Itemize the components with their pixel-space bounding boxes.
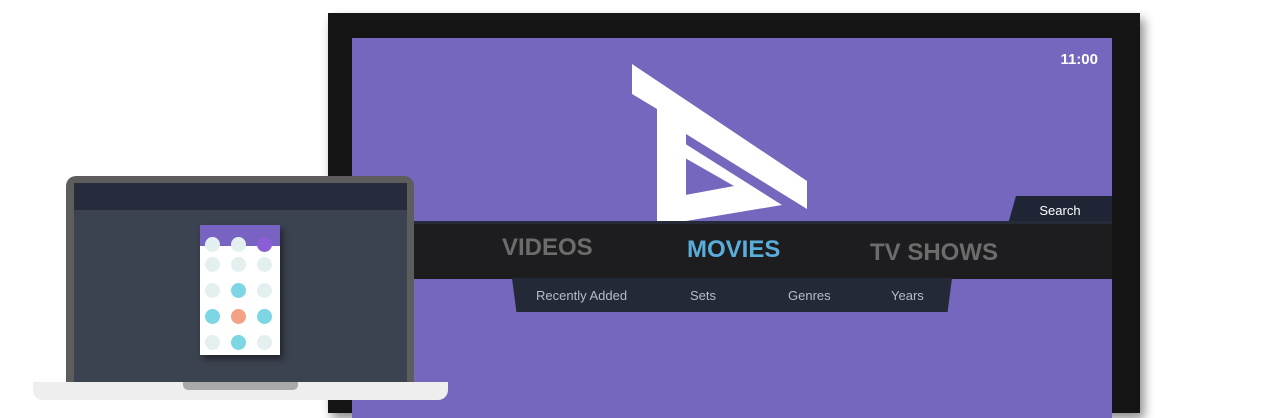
phone-grid-dot[interactable] — [231, 335, 246, 350]
phone-grid-dot[interactable] — [231, 257, 246, 272]
laptop-screen — [74, 183, 407, 393]
laptop-notch — [183, 382, 298, 390]
laptop-topbar — [74, 183, 407, 210]
main-nav: VIDEOS MOVIES TV SHOWS — [352, 221, 1112, 279]
tab-movies[interactable]: MOVIES — [687, 226, 780, 278]
subnav-sets[interactable]: Sets — [690, 278, 716, 312]
phone-grid-dot[interactable] — [257, 237, 272, 252]
clock: 11:00 — [1060, 51, 1098, 68]
phone-grid-dot[interactable] — [231, 237, 246, 252]
phone-grid-dot[interactable] — [231, 283, 246, 298]
sub-nav: Recently Added Sets Genres Years — [512, 278, 952, 312]
phone-grid-dot[interactable] — [205, 335, 220, 350]
search-tab[interactable]: Search — [1008, 196, 1112, 224]
phone-grid-dot[interactable] — [205, 309, 220, 324]
phone-grid-dot[interactable] — [231, 309, 246, 324]
phone-grid-dot[interactable] — [257, 257, 272, 272]
phone-grid-dot[interactable] — [205, 257, 220, 272]
phone-grid-dot[interactable] — [257, 283, 272, 298]
tab-tv-shows[interactable]: TV SHOWS — [870, 229, 998, 281]
tab-videos[interactable]: VIDEOS — [502, 224, 593, 276]
tv-screen: 11:00 Search VIDEOS MOVIES TV SHOWS Rece… — [352, 38, 1112, 418]
tv-frame: 11:00 Search VIDEOS MOVIES TV SHOWS Rece… — [328, 13, 1140, 418]
phone-grid-dot[interactable] — [257, 335, 272, 350]
phone-grid-dot[interactable] — [205, 237, 220, 252]
subnav-years[interactable]: Years — [891, 278, 924, 312]
phone-grid-dot[interactable] — [205, 283, 220, 298]
phone-remote-app — [200, 225, 280, 355]
subnav-recently-added[interactable]: Recently Added — [536, 278, 627, 312]
phone-grid-dot[interactable] — [257, 309, 272, 324]
laptop-lid — [66, 176, 414, 400]
subnav-genres[interactable]: Genres — [788, 278, 831, 312]
laptop-base — [33, 382, 448, 400]
